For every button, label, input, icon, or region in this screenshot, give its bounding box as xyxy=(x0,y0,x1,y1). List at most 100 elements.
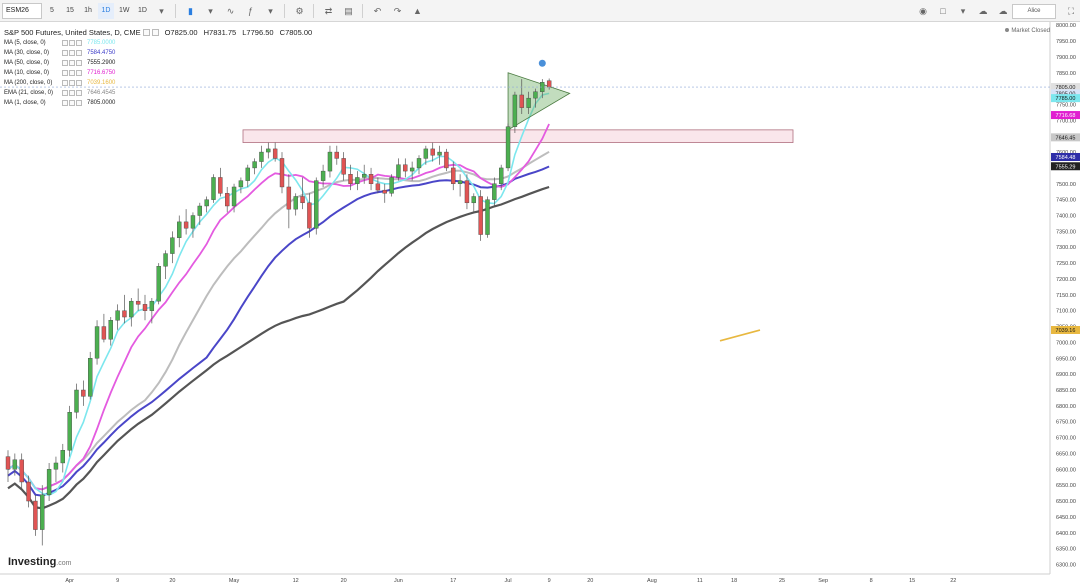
indicator-controls[interactable] xyxy=(62,60,83,66)
candle-body xyxy=(416,158,422,169)
legend-settings-box[interactable] xyxy=(151,29,159,36)
candle-body xyxy=(314,180,319,229)
layout-icon[interactable]: □ xyxy=(934,3,952,19)
account-selector[interactable]: Alice xyxy=(1012,3,1056,19)
candle-body xyxy=(259,151,264,162)
candle-body xyxy=(74,389,79,413)
interval-1h-button[interactable]: 1h xyxy=(80,3,96,19)
candlestick-icon[interactable]: ▮ xyxy=(182,3,200,19)
toolbar-divider xyxy=(361,3,363,18)
time-tick-label: 20 xyxy=(341,578,347,584)
indicator-row[interactable]: MA (5, close, 0) 7785.0000 xyxy=(4,38,316,48)
gear-icon[interactable]: ⚙ xyxy=(291,3,309,19)
price-tick-label: 7150.00 xyxy=(1056,293,1076,299)
indicator-row[interactable]: MA (1, close, 0) 7805.0000 xyxy=(4,98,316,108)
candle-body xyxy=(33,500,38,530)
candle-body xyxy=(218,177,223,194)
candle-body xyxy=(177,221,182,238)
price-tag-label: 7555.29 xyxy=(1056,164,1076,170)
time-tick-label: Aug xyxy=(647,578,657,584)
candle-body xyxy=(224,193,230,207)
camera-icon[interactable]: ◉ xyxy=(914,3,932,19)
candle-body xyxy=(348,174,353,184)
candle-body xyxy=(12,459,18,470)
template-icon[interactable]: ▤ xyxy=(340,3,358,19)
candle-body xyxy=(286,186,292,210)
indicator-controls[interactable] xyxy=(62,100,83,106)
indicator-value: 7805.0000 xyxy=(87,100,116,106)
indicator-label: MA (50, close, 0) xyxy=(4,60,50,66)
indicator-controls[interactable] xyxy=(62,90,83,96)
indicator-row[interactable]: EMA (21, close, 0) 7646.4545 xyxy=(4,88,316,98)
indicator-row[interactable]: MA (10, close, 0) 7716.6750 xyxy=(4,68,316,78)
candle-body xyxy=(53,462,59,470)
interval-1w-button[interactable]: 1W xyxy=(116,3,133,19)
candle-body xyxy=(396,164,401,178)
cloud-save-icon[interactable]: ☁ xyxy=(974,3,992,19)
ma-200-line xyxy=(719,329,761,342)
price-tick-label: 6800.00 xyxy=(1056,404,1076,410)
ohlc-values: O7825.00 H7831.75 L7796.50 C7805.00 xyxy=(165,28,317,37)
ma-5-line xyxy=(7,92,550,497)
symbol-input[interactable]: ESM26 xyxy=(2,2,42,19)
fullscreen-icon[interactable]: ⛶ xyxy=(1062,3,1080,19)
indicator-controls[interactable] xyxy=(62,70,83,76)
interval-1d-button[interactable]: 1D xyxy=(98,2,114,19)
candle-body xyxy=(307,202,312,229)
price-tick-label: 7000.00 xyxy=(1056,340,1076,346)
interval-5m-button[interactable]: 5 xyxy=(44,3,60,19)
low-value: L7796.50 xyxy=(242,28,274,37)
price-tick-label: 6600.00 xyxy=(1056,467,1076,473)
event-marker-icon xyxy=(538,59,546,67)
price-tick-label: 8000.00 xyxy=(1056,23,1076,29)
chevron-down-icon[interactable]: ▾ xyxy=(202,3,220,19)
candle-body xyxy=(334,151,339,159)
candle-body xyxy=(437,151,442,156)
toolbar-divider xyxy=(283,3,285,18)
close-value: C7805.00 xyxy=(279,28,313,37)
price-tick-label: 6450.00 xyxy=(1056,515,1076,521)
candle-body xyxy=(115,310,120,321)
time-tick-label: Apr xyxy=(65,578,74,584)
indicator-controls[interactable] xyxy=(62,40,83,46)
candle-body xyxy=(505,126,511,169)
indicator-controls[interactable] xyxy=(62,50,83,56)
candle-body xyxy=(512,94,518,127)
indicator-label: MA (30, close, 0) xyxy=(4,50,50,56)
indicator-row[interactable]: MA (50, close, 0) 7555.2900 xyxy=(4,58,316,68)
candle-body xyxy=(272,148,278,159)
interval-15m-button[interactable]: 15 xyxy=(62,3,78,19)
cloud-load-icon[interactable]: ☁ xyxy=(994,3,1012,19)
chevron-down-icon[interactable]: ▾ xyxy=(262,3,280,19)
brand-logo: Investing.com xyxy=(8,556,71,568)
chevron-down-icon[interactable]: ▾ xyxy=(153,3,171,19)
candle-body xyxy=(108,320,113,340)
status-dot-icon xyxy=(1005,28,1010,32)
compare-icon[interactable]: ⇄ xyxy=(320,3,338,19)
alert-icon[interactable]: ▲ xyxy=(409,3,427,19)
legend-title-row: S&P 500 Futures, United States, D, CME O… xyxy=(4,27,316,38)
price-tick-label: 6950.00 xyxy=(1056,356,1076,362)
undo-icon[interactable]: ↶ xyxy=(369,3,387,19)
toolbar-right: ◉ □ ▾ ☁ ☁ Alice ⛶ xyxy=(912,0,1080,22)
candle-body xyxy=(19,459,24,483)
candle-body xyxy=(492,183,497,200)
legend-toggle-box[interactable] xyxy=(142,29,150,36)
redo-icon[interactable]: ↷ xyxy=(389,3,407,19)
time-tick-label: 15 xyxy=(909,578,915,584)
indicator-label: MA (1, close, 0) xyxy=(4,100,46,106)
candle-body xyxy=(403,164,408,172)
instrument-title: S&P 500 Futures, United States, D, CME xyxy=(4,28,141,37)
interval-menu-button[interactable]: 1D xyxy=(135,3,151,19)
candle-body xyxy=(355,177,360,184)
indicator-row[interactable]: MA (30, close, 0) 7584.4750 xyxy=(4,48,316,58)
price-tick-label: 6500.00 xyxy=(1056,499,1076,505)
line-chart-icon[interactable]: ∿ xyxy=(222,3,240,19)
indicators-icon[interactable]: ƒ xyxy=(242,3,260,19)
candle-body xyxy=(142,304,148,311)
indicator-row[interactable]: MA (200, close, 0) 7039.1600 xyxy=(4,78,316,88)
indicator-controls[interactable] xyxy=(62,80,83,86)
chevron-down-icon[interactable]: ▾ xyxy=(954,3,972,19)
candle-body xyxy=(81,389,86,397)
candle-body xyxy=(362,174,367,178)
